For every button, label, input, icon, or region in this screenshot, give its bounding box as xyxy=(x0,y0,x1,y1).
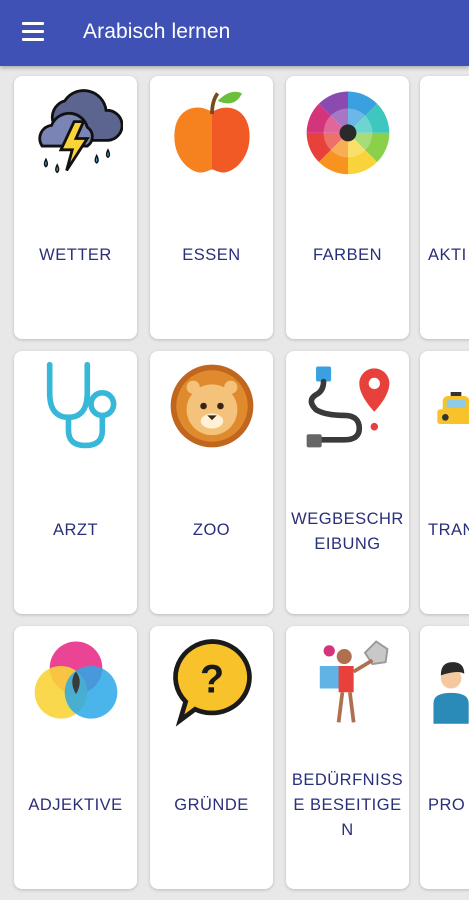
card-farben[interactable]: FARBEN xyxy=(286,76,409,339)
card-label: BEDÜRFNISSE BESEITIGEN xyxy=(291,771,404,839)
card-tran[interactable]: TRAN xyxy=(420,351,469,614)
color-circles-icon xyxy=(34,641,118,719)
stethoscope-icon xyxy=(46,361,117,449)
card-label: WEGBESCHREIBUNG xyxy=(291,510,404,553)
card-adjektive[interactable]: ADJEKTIVE xyxy=(14,626,137,889)
card-label: PRO xyxy=(428,796,466,814)
card-pro[interactable]: PRO xyxy=(420,626,469,889)
apple-icon xyxy=(174,91,250,173)
color-wheel-icon xyxy=(306,91,390,175)
person-avatar-icon xyxy=(433,662,469,724)
card-label: ESSEN xyxy=(182,246,241,264)
app-bar: Arabisch lernen xyxy=(0,0,469,66)
card-label: ARZT xyxy=(52,521,99,539)
route-pin-icon xyxy=(306,366,390,448)
app-title: Arabisch lernen xyxy=(83,20,231,43)
card-beduerfnisse[interactable]: BEDÜRFNISSE BESEITIGEN xyxy=(286,626,409,889)
card-label: TRAN xyxy=(428,521,469,539)
menu-icon[interactable] xyxy=(22,22,44,42)
card-arzt[interactable]: ARZT xyxy=(14,351,137,614)
card-essen[interactable]: ESSEN xyxy=(150,76,273,339)
svg-text:?: ? xyxy=(200,657,224,701)
card-zoo[interactable]: ZOO xyxy=(150,351,273,614)
card-label: WETTER xyxy=(39,246,112,264)
thunderstorm-cloud-icon xyxy=(38,89,123,174)
card-wetter[interactable]: WETTER xyxy=(14,76,137,339)
card-gruende[interactable]: ? GRÜNDE xyxy=(150,626,273,889)
taxi-icon xyxy=(437,392,469,424)
card-label: FARBEN xyxy=(312,246,383,264)
category-grid: WETTER ESSEN FARBEN AKTI ARZT ZOO WEGBES… xyxy=(0,66,469,900)
person-juggling-icon xyxy=(319,640,389,723)
question-bubble-icon: ? xyxy=(173,639,252,727)
card-label: ZOO xyxy=(192,521,231,539)
card-label: GRÜNDE xyxy=(174,796,249,814)
card-label: AKTI xyxy=(428,246,467,264)
card-label: ADJEKTIVE xyxy=(28,796,123,814)
card-akti[interactable]: AKTI xyxy=(420,76,469,339)
lion-icon xyxy=(170,364,254,448)
card-wegbeschreibung[interactable]: WEGBESCHREIBUNG xyxy=(286,351,409,614)
